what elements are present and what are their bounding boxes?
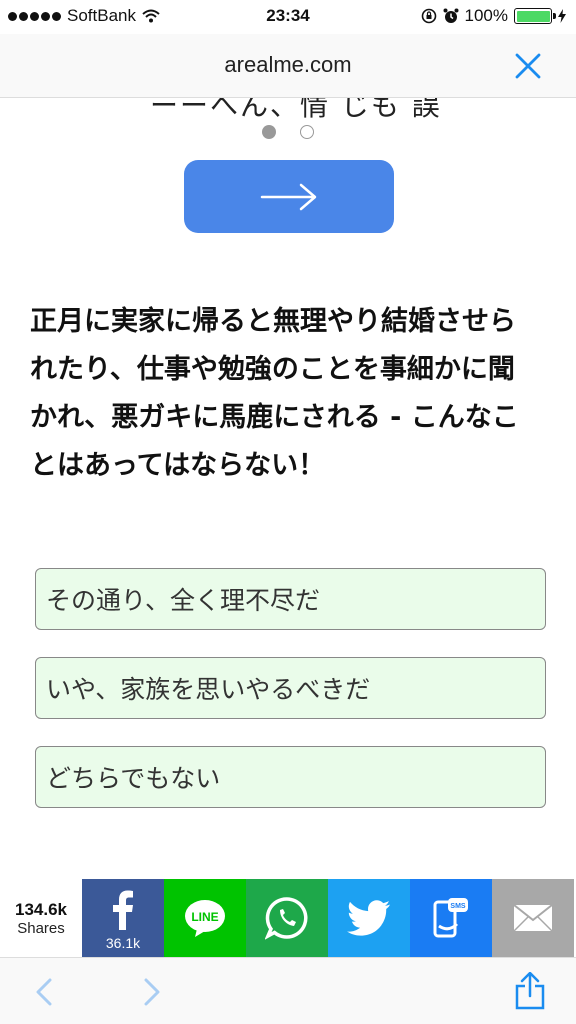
facebook-icon (113, 890, 133, 930)
twitter-icon (347, 900, 390, 936)
quiz-content: ーーへん、情 じも 誤 正月に実家に帰ると無理やり結婚させられたり、仕事や勉強の… (0, 98, 576, 878)
page-url-title: arealme.com (224, 52, 352, 77)
share-count: 134.6k Shares (0, 879, 82, 957)
status-bar: SoftBank 23:34 100% (0, 0, 576, 34)
option-label: どちらでもない (46, 764, 221, 793)
whatsapp-share-button[interactable] (246, 879, 328, 957)
charging-icon (558, 9, 566, 23)
battery-icon (514, 8, 556, 24)
page-dot-1 (262, 125, 276, 139)
question-text: 正月に実家に帰ると無理やり結婚させられたり、仕事や勉強のことを事細かに聞かれ、悪… (30, 306, 519, 481)
sms-icon-label: SMS (450, 903, 466, 910)
forward-icon[interactable] (142, 978, 162, 1006)
battery-fill (516, 10, 550, 22)
option-label: いや、家族を思いやるべきだ (46, 675, 371, 704)
sms-share-button[interactable]: SMS (410, 879, 492, 957)
arrow-right-icon (260, 183, 317, 210)
alarm-icon (443, 8, 459, 23)
twitter-share-button[interactable] (328, 879, 410, 957)
option-2[interactable]: いや、家族を思いやるべきだ (35, 657, 546, 719)
page-dot-2 (300, 125, 314, 139)
share-count-label: Shares (17, 919, 65, 937)
next-button[interactable] (184, 160, 394, 233)
status-right: 100% (421, 6, 566, 26)
line-icon-label: LINE (191, 910, 218, 924)
option-3[interactable]: どちらでもない (35, 746, 546, 808)
share-count-number: 134.6k (15, 899, 67, 919)
facebook-share-count: 36.1k (105, 935, 141, 951)
share-bar: 134.6k Shares 36.1k LINE SMS (0, 879, 576, 957)
browser-nav-bar: arealme.com (0, 34, 576, 98)
battery-percent: 100% (464, 6, 508, 25)
option-1[interactable]: その通り、全く理不尽だ (35, 568, 546, 630)
back-icon[interactable] (34, 978, 54, 1006)
facebook-share-button[interactable]: 36.1k (82, 879, 164, 957)
option-label: その通り、全く理不尽だ (46, 586, 321, 615)
close-icon[interactable] (514, 52, 542, 80)
line-share-button[interactable]: LINE (164, 879, 246, 957)
mail-icon (513, 904, 553, 932)
line-icon: LINE (185, 900, 225, 937)
rotation-lock-icon (421, 8, 436, 24)
email-share-button[interactable] (492, 879, 574, 957)
browser-toolbar (0, 957, 576, 1024)
sms-icon: SMS (433, 898, 468, 938)
scrolled-text: ーーへん、情 じも 誤 (150, 98, 442, 122)
page-indicator (0, 125, 576, 139)
whatsapp-icon (265, 897, 308, 940)
share-icon[interactable] (514, 972, 546, 1010)
